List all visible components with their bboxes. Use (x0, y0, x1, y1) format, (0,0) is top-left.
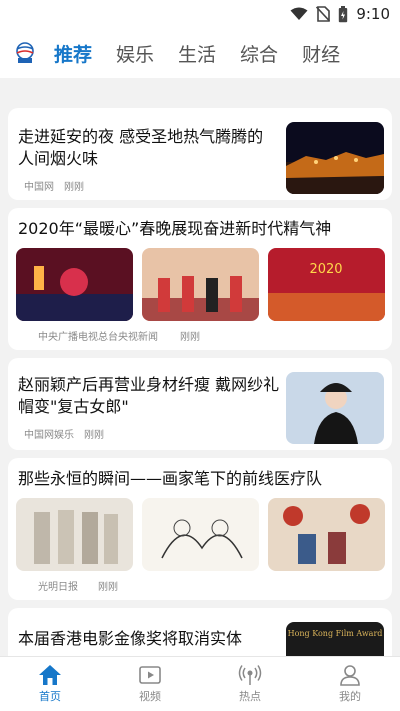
news-thumbnail (16, 498, 133, 571)
news-time: 刚刚 (98, 582, 118, 593)
tab-entertainment[interactable]: 娱乐 (116, 40, 154, 67)
china-net-logo-icon[interactable] (14, 42, 36, 64)
news-title: 那些永恒的瞬间——画家笔下的前线医疗队 (18, 469, 323, 488)
news-time: 刚刚 (84, 430, 104, 441)
video-icon (139, 666, 161, 684)
news-card[interactable]: 本届香港电影金像奖将取消实体 Hong Kong Film Award (8, 608, 392, 656)
nav-label: 首页 (39, 690, 61, 703)
tab-recommend[interactable]: 推荐 (54, 40, 92, 67)
news-time: 刚刚 (180, 332, 200, 343)
news-title: 本届香港电影金像奖将取消实体 (18, 629, 243, 648)
tab-finance[interactable]: 财经 (302, 40, 340, 67)
news-thumbnail: Hong Kong Film Award (286, 622, 384, 656)
news-card[interactable]: 那些永恒的瞬间——画家笔下的前线医疗队 光明日报 刚刚 (8, 458, 392, 600)
tab-life[interactable]: 生活 (178, 40, 216, 67)
news-source: 中国网娱乐 (24, 430, 74, 441)
no-sim-icon (316, 6, 331, 22)
nav-home[interactable]: 首页 (0, 657, 100, 711)
hotspot-icon (238, 665, 262, 685)
news-thumbnail (142, 498, 259, 571)
news-thumbnail (16, 248, 133, 321)
battery-icon (339, 5, 348, 22)
profile-icon (340, 665, 360, 686)
nav-label: 我的 (339, 690, 361, 703)
news-source: 中国网 (24, 182, 54, 193)
nav-label: 视频 (139, 690, 161, 703)
status-bar: 9:10 (0, 0, 400, 28)
status-time: 9:10 (356, 5, 390, 23)
news-thumbnail (268, 498, 385, 571)
hk-film-award-logo: Hong Kong Film Award (288, 629, 383, 638)
nav-hotspot[interactable]: 热点 (200, 657, 300, 711)
wifi-icon (290, 7, 308, 20)
news-card[interactable]: 走进延安的夜 感受圣地热气腾腾的人间烟火味 中国网 刚刚 (8, 108, 392, 200)
news-thumbnail (286, 122, 384, 194)
news-card[interactable]: 2020年“最暖心”春晚展现奋进新时代精气神 2020 中央广播电视总台央视新闻… (8, 208, 392, 350)
news-thumbnail (286, 372, 384, 444)
news-feed: 走进延安的夜 感受圣地热气腾腾的人间烟火味 中国网 刚刚 2020年“最暖心”春… (0, 96, 400, 656)
home-icon (39, 665, 61, 685)
top-nav: 推荐 娱乐 生活 综合 财经 (0, 28, 400, 78)
nav-label: 热点 (239, 690, 261, 703)
news-thumbnail (142, 248, 259, 321)
news-thumbnail: 2020 (268, 248, 385, 321)
gala-2020-label: 2020 (309, 262, 342, 277)
news-title: 2020年“最暖心”春晚展现奋进新时代精气神 (18, 219, 332, 238)
news-source: 光明日报 (38, 582, 78, 593)
nav-profile[interactable]: 我的 (300, 657, 400, 711)
tab-general[interactable]: 综合 (240, 40, 278, 67)
news-source: 中央广播电视总台央视新闻 (38, 332, 158, 343)
news-title: 走进延安的夜 感受圣地热气腾腾的人间烟火味 (18, 127, 264, 168)
bottom-nav: 首页 视频 热点 我的 (0, 656, 400, 711)
nav-video[interactable]: 视频 (100, 657, 200, 711)
news-title: 赵丽颖产后再营业身材纤瘦 戴网纱礼帽变"复古女郎" (18, 375, 280, 416)
news-time: 刚刚 (64, 182, 84, 193)
news-card[interactable]: 赵丽颖产后再营业身材纤瘦 戴网纱礼帽变"复古女郎" 中国网娱乐 刚刚 (8, 358, 392, 450)
